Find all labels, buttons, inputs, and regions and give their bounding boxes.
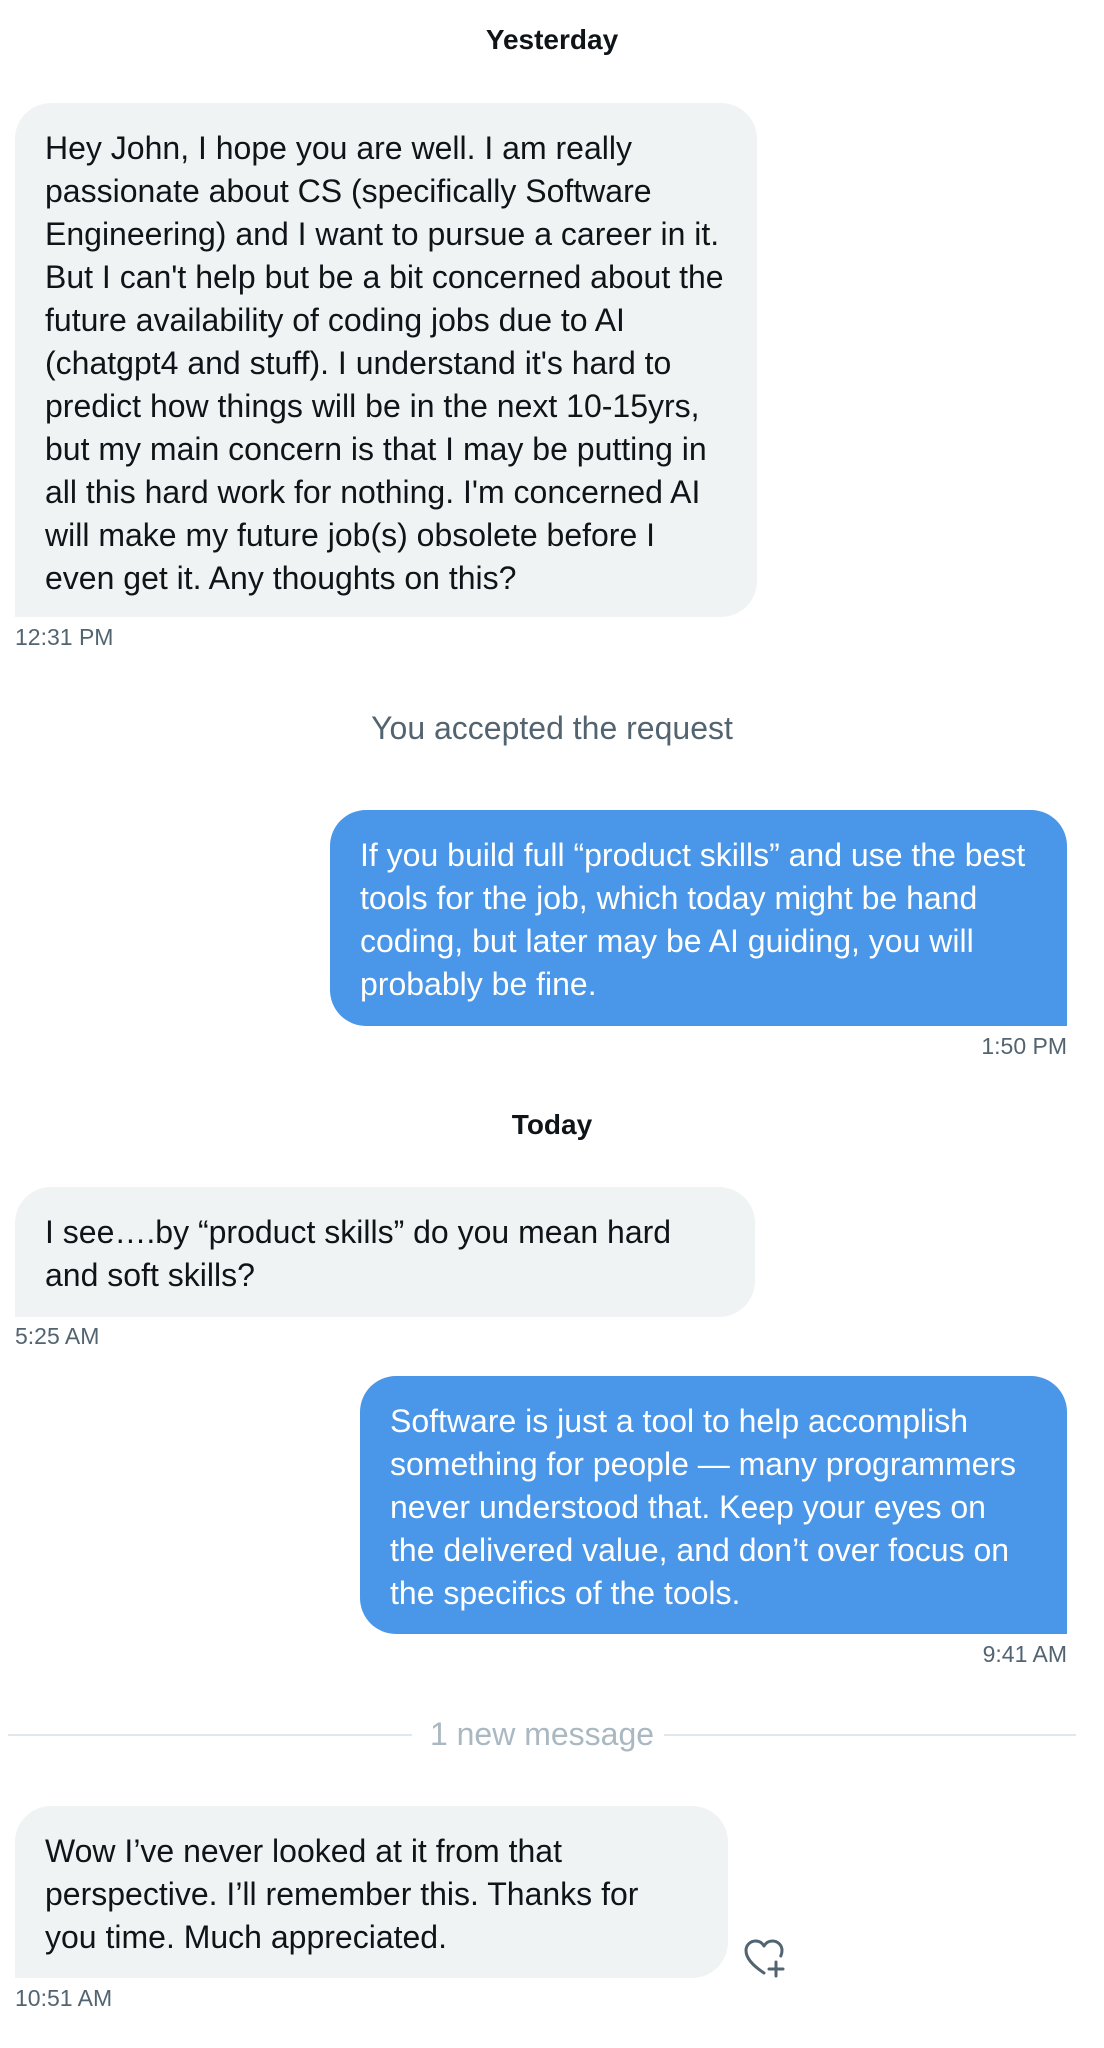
message-timestamp: 1:50 PM — [981, 1033, 1067, 1059]
heart-plus-icon[interactable] — [742, 1935, 788, 1981]
new-message-label: 1 new message — [429, 1716, 655, 1752]
new-message-divider: 1 new message — [8, 1716, 1076, 1752]
message-bubble-incoming[interactable]: Wow I’ve never looked at it from that pe… — [15, 1806, 728, 1978]
message-thread: Yesterday Hey John, I hope you are well.… — [0, 0, 1104, 2048]
date-divider-today: Today — [511, 1109, 593, 1140]
message-timestamp: 5:25 AM — [15, 1323, 100, 1349]
message-timestamp: 9:41 AM — [982, 1641, 1067, 1667]
message-timestamp: 10:51 AM — [15, 1985, 113, 2011]
request-accepted-note: You accepted the request — [371, 710, 733, 746]
message-bubble-outgoing[interactable]: Software is just a tool to help accompli… — [360, 1376, 1067, 1634]
message-bubble-incoming[interactable]: Hey John, I hope you are well. I am real… — [15, 103, 757, 617]
message-bubble-outgoing[interactable]: If you build full “product skills” and u… — [330, 810, 1067, 1026]
date-divider-yesterday: Yesterday — [485, 24, 619, 55]
message-bubble-incoming[interactable]: I see….by “product skills” do you mean h… — [15, 1187, 755, 1317]
message-timestamp: 12:31 PM — [15, 624, 114, 650]
